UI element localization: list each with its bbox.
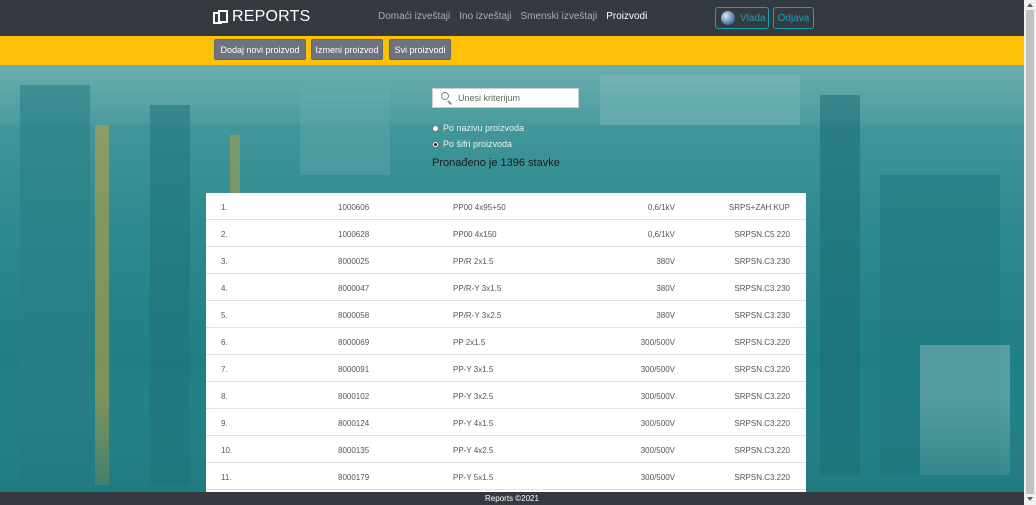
nav-link-domestic-reports[interactable]: Domaći izveštaji (378, 11, 450, 22)
row-number: 9. (221, 419, 228, 428)
product-name: PP-Y 3x2.5 (453, 392, 494, 401)
scrollbar-thumb[interactable] (1026, 10, 1034, 494)
top-navbar: REPORTS Domaći izveštaji Ino izveštaji S… (0, 0, 1024, 36)
row-number: 11. (221, 473, 232, 482)
product-voltage: 380V (656, 284, 675, 293)
row-number: 10. (221, 446, 233, 455)
product-code: 8000069 (338, 338, 370, 347)
row-number: 6. (221, 338, 228, 347)
product-standard: SRPSN.C3.220 (734, 338, 790, 347)
product-name: PP00 4x95+50 (453, 203, 506, 212)
product-voltage: 0,6/1kV (647, 203, 675, 212)
product-voltage: 300/500V (640, 419, 675, 428)
product-name: PP 2x1.5 (453, 338, 486, 347)
product-standard: SRPSN.C3.220 (734, 392, 790, 401)
table-row[interactable]: 5. 8000058 PP/R-Y 3x2.5 380V SRPSN.C3.23… (206, 301, 806, 328)
avatar (721, 11, 735, 25)
table-row[interactable]: 11. 8000179 PP-Y 5x1.5 300/500V SRPSN.C3… (206, 463, 806, 490)
page-scrollbar[interactable] (1024, 0, 1036, 505)
product-voltage: 0,6/1kV (647, 230, 675, 239)
nav-link-foreign-reports[interactable]: Ino izveštaji (459, 11, 511, 22)
product-code: 8000091 (338, 365, 370, 374)
product-code: 8000025 (338, 257, 370, 266)
product-standard: SRPS+ZAH.KUP (728, 203, 790, 212)
radio-button-selected[interactable] (432, 140, 439, 148)
product-voltage: 300/500V (640, 392, 675, 401)
row-number: 2. (221, 230, 228, 239)
edit-product-button[interactable]: Izmeni proizvod (311, 39, 383, 60)
scroll-up-icon[interactable] (1027, 3, 1033, 7)
copy-icon (213, 9, 228, 25)
row-number: 7. (221, 365, 228, 374)
product-voltage: 300/500V (640, 446, 675, 455)
product-code: 8000102 (338, 392, 370, 401)
radio-button[interactable] (432, 124, 439, 132)
row-number: 3. (221, 257, 228, 266)
product-standard: SRPSN.C3.230 (734, 311, 790, 320)
row-number: 8. (221, 392, 228, 401)
product-code: 8000135 (338, 446, 370, 455)
radio-label-by-name: Po nazivu proizvoda (443, 123, 525, 133)
row-number: 5. (221, 311, 228, 320)
table-row[interactable]: 6. 8000069 PP 2x1.5 300/500V SRPSN.C3.22… (206, 328, 806, 355)
table-row[interactable]: 2. 1000628 PP00 4x150 0,6/1kV SRPSN.C5 2… (206, 220, 806, 247)
product-code: 8000179 (338, 473, 370, 482)
main-nav: Domaći izveštaji Ino izveštaji Smenski i… (378, 11, 647, 22)
product-name: PP-Y 4x2.5 (453, 446, 494, 455)
product-name: PP00 4x150 (453, 230, 497, 239)
radio-label-by-code: Po šifri proizvoda (443, 139, 513, 149)
product-standard: SRPSN.C3.230 (734, 257, 790, 266)
product-name: PP-Y 4x1.5 (453, 419, 494, 428)
search-box (432, 88, 579, 108)
footer: Reports ©2021 (0, 492, 1024, 505)
search-icon (441, 92, 453, 105)
action-bar: Dodaj novi proizvod Izmeni proizvod Svi … (0, 36, 1024, 65)
user-button[interactable]: Vlada (715, 7, 769, 29)
search-input[interactable] (458, 93, 568, 103)
row-number: 1. (221, 203, 228, 212)
nav-link-products[interactable]: Proizvodi (606, 11, 647, 22)
nav-link-shift-reports[interactable]: Smenski izveštaji (521, 11, 598, 22)
product-code: 1000606 (338, 203, 370, 212)
product-voltage: 300/500V (640, 473, 675, 482)
table-row[interactable]: 10. 8000135 PP-Y 4x2.5 300/500V SRPSN.C3… (206, 436, 806, 463)
all-products-button[interactable]: Svi proizvodi (389, 39, 451, 60)
radio-by-code[interactable]: Po šifri proizvoda (432, 139, 512, 149)
brand-logo[interactable]: REPORTS (213, 6, 310, 28)
product-standard: SRPSN.C3.220 (734, 419, 790, 428)
brand-title: REPORTS (232, 8, 311, 25)
product-name: PP-Y 3x1.5 (453, 365, 494, 374)
product-name: PP/R-Y 3x1.5 (453, 284, 502, 293)
add-product-button[interactable]: Dodaj novi proizvod (214, 39, 306, 60)
table-row[interactable]: 9. 8000124 PP-Y 4x1.5 300/500V SRPSN.C3.… (206, 409, 806, 436)
product-standard: SRPSN.C3.220 (734, 446, 790, 455)
table-row[interactable]: 7. 8000091 PP-Y 3x1.5 300/500V SRPSN.C3.… (206, 355, 806, 382)
radio-by-name[interactable]: Po nazivu proizvoda (432, 123, 524, 133)
row-number: 4. (221, 284, 228, 293)
product-voltage: 380V (656, 311, 675, 320)
table-row[interactable]: 3. 8000025 PP/R 2x1.5 380V SRPSN.C3.230 (206, 247, 806, 274)
product-code: 1000628 (338, 230, 370, 239)
product-name: PP-Y 5x1.5 (453, 473, 494, 482)
product-standard: SRPSN.C5 220 (734, 230, 790, 239)
product-name: PP/R-Y 3x2.5 (453, 311, 502, 320)
table-row[interactable]: 8. 8000102 PP-Y 3x2.5 300/500V SRPSN.C3.… (206, 382, 806, 409)
product-voltage: 380V (656, 257, 675, 266)
product-code: 8000058 (338, 311, 370, 320)
table-row[interactable]: 4. 8000047 PP/R-Y 3x1.5 380V SRPSN.C3.23… (206, 274, 806, 301)
product-voltage: 300/500V (640, 365, 675, 374)
product-voltage: 300/500V (640, 338, 675, 347)
product-standard: SRPSN.C3.220 (734, 365, 790, 374)
product-standard: SRPSN.C3.220 (734, 473, 790, 482)
result-count: Pronađeno je 1396 stavke (432, 157, 560, 169)
products-table: 1. 1000606 PP00 4x95+50 0,6/1kV SRPS+ZAH… (206, 193, 806, 492)
product-standard: SRPSN.C3.230 (734, 284, 790, 293)
logout-button[interactable]: Odjava (773, 7, 814, 29)
product-code: 8000124 (338, 419, 370, 428)
table-row[interactable]: 1. 1000606 PP00 4x95+50 0,6/1kV SRPS+ZAH… (206, 193, 806, 220)
product-code: 8000047 (338, 284, 370, 293)
scroll-down-icon[interactable] (1027, 497, 1033, 501)
product-name: PP/R 2x1.5 (453, 257, 494, 266)
user-name: Vlada (740, 12, 766, 24)
